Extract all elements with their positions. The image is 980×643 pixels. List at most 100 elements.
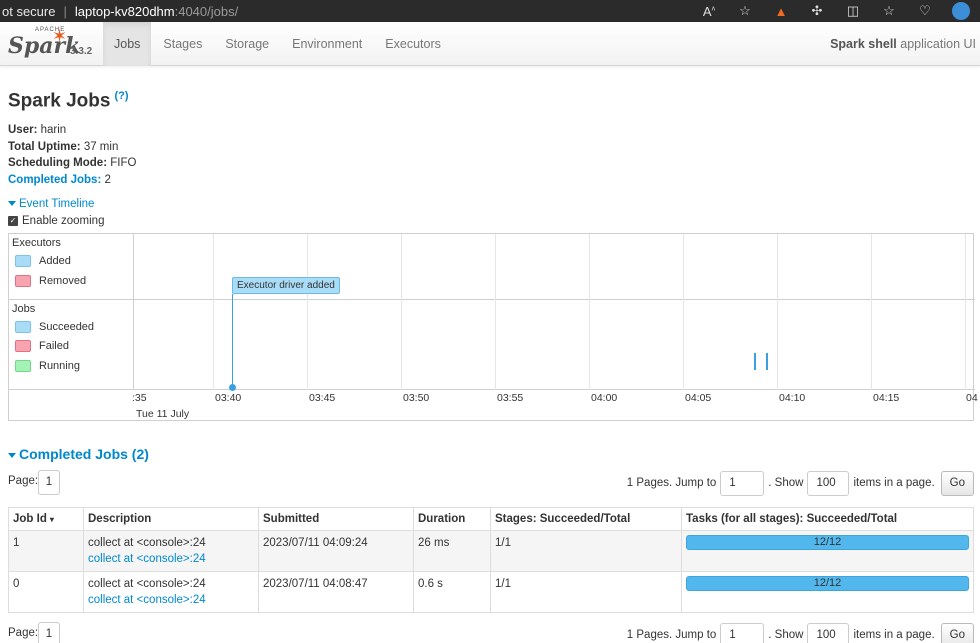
- job-0-mark[interactable]: [754, 353, 756, 370]
- removed-label: Removed: [39, 275, 87, 287]
- page-size-input[interactable]: 100: [807, 622, 850, 643]
- browser-essentials-icon[interactable]: ♡: [916, 3, 934, 19]
- split-screen-icon[interactable]: ◫: [844, 3, 862, 19]
- app-name: Spark shell: [830, 37, 897, 51]
- timeline-gridline: [871, 234, 872, 390]
- tab-executors[interactable]: Executors: [374, 22, 452, 66]
- executor-added-event[interactable]: Executor driver added: [232, 277, 340, 294]
- page-label: Page:: [8, 627, 39, 639]
- failed-label: Failed: [39, 340, 69, 352]
- profile-avatar[interactable]: [952, 2, 970, 20]
- go-button[interactable]: Go: [940, 470, 974, 496]
- page-size-input[interactable]: 100: [807, 470, 850, 496]
- timeline-gridline: [777, 234, 778, 390]
- tab-stages[interactable]: Stages: [152, 22, 213, 66]
- zoom-checkbox[interactable]: ✓: [8, 216, 18, 226]
- tab-environment[interactable]: Environment: [281, 22, 373, 66]
- timeline-tick: 03:50: [403, 392, 430, 404]
- page-label: Page:: [8, 475, 39, 487]
- legend-succeeded: Succeeded: [15, 321, 94, 333]
- event-timeline-toggle[interactable]: Event Timeline: [8, 198, 94, 210]
- tab-jobs[interactable]: Jobs: [103, 22, 152, 66]
- enable-zooming: ✓ Enable zooming: [8, 215, 104, 227]
- executors-group-label: Executors: [12, 237, 61, 249]
- description-link[interactable]: collect at <console>:24: [88, 553, 206, 565]
- event-timeline-label: Event Timeline: [19, 198, 95, 210]
- timeline-tick: 03:45: [309, 392, 336, 404]
- completed-jobs-table: Job Id ▾ Description Submitted Duration S…: [8, 507, 974, 613]
- job-id-cell: 1: [8, 530, 84, 572]
- completed-jobs-toggle[interactable]: Completed Jobs (2): [8, 446, 149, 462]
- description-cell: collect at <console>:24 collect at <conso…: [83, 530, 259, 572]
- added-swatch: [15, 255, 31, 267]
- description-cell: collect at <console>:24 collect at <conso…: [83, 571, 259, 613]
- user-value: harin: [37, 124, 67, 136]
- page-jump-controls: 1 Pages. Jump to 1 . Show 100 items in a…: [627, 622, 974, 643]
- col-stages[interactable]: Stages: Succeeded/Total: [490, 507, 682, 531]
- uptime-value: 37 min: [80, 140, 119, 153]
- event-timeline[interactable]: Executors Added Removed Jobs Succeeded F…: [8, 233, 978, 421]
- url-path[interactable]: :4040/jobs/: [175, 4, 239, 19]
- caret-down-icon: [8, 452, 16, 458]
- read-aloud-icon[interactable]: Aʌ: [700, 4, 718, 19]
- tab-storage[interactable]: Storage: [214, 22, 280, 66]
- jobs-group-label: Jobs: [12, 303, 36, 315]
- nav-tabs: Jobs Stages Storage Environment Executor…: [103, 22, 453, 66]
- help-link[interactable]: (?): [114, 90, 128, 102]
- mode-value: FIFO: [107, 157, 137, 169]
- job-1-mark[interactable]: [766, 353, 768, 370]
- tasks-cell: 12/12: [681, 530, 974, 572]
- summary-mode: Scheduling Mode: FIFO: [8, 155, 136, 172]
- col-tasks[interactable]: Tasks (for all stages): Succeeded/Total: [681, 507, 974, 531]
- duration-cell: 0.6 s: [413, 571, 491, 613]
- pages-text: 1 Pages. Jump to: [626, 477, 717, 489]
- summary-completed: Completed Jobs: 2: [8, 172, 136, 189]
- security-indicator[interactable]: ot secure: [0, 4, 55, 19]
- col-submitted[interactable]: Submitted: [258, 507, 414, 531]
- duration-cell: 26 ms: [413, 530, 491, 572]
- spark-logo[interactable]: APACHE Spark ✶ 3.3.2: [6, 26, 101, 62]
- submitted-cell: 2023/07/11 04:08:47: [258, 571, 414, 613]
- timeline-tick: 04:15: [873, 392, 900, 404]
- timeline-gridline: [307, 234, 308, 390]
- running-swatch: [15, 360, 31, 372]
- favorites-list-icon[interactable]: ☆: [880, 3, 898, 19]
- summary-user: User: harin: [8, 122, 136, 139]
- description-link[interactable]: collect at <console>:24: [88, 594, 206, 606]
- timeline-gridline: [589, 234, 590, 390]
- succeeded-label: Succeeded: [39, 321, 95, 333]
- timeline-tick: 03:40: [215, 392, 242, 404]
- jump-to-page-input[interactable]: 1: [720, 622, 765, 643]
- col-description[interactable]: Description: [83, 507, 259, 531]
- legend-added: Added: [15, 255, 71, 267]
- removed-swatch: [15, 275, 31, 287]
- submitted-cell: 2023/07/11 04:09:24: [258, 530, 414, 572]
- col-job-id[interactable]: Job Id ▾: [8, 507, 84, 531]
- pagination-top: Page: 1 1 Pages. Jump to 1 . Show 100 it…: [8, 470, 974, 496]
- url-host[interactable]: laptop-kv820dhm: [75, 4, 175, 19]
- jump-to-page-input[interactable]: 1: [720, 470, 765, 496]
- tasks-progress-bar: 12/12: [686, 535, 969, 550]
- executor-event-line: [232, 294, 233, 387]
- extension-icon[interactable]: ▲: [772, 4, 790, 19]
- favorite-star-icon[interactable]: ☆: [736, 3, 754, 19]
- job-summary: User: harin Total Uptime: 37 min Schedul…: [8, 122, 136, 188]
- timeline-group-divider: [9, 299, 975, 300]
- job-id-cell: 0: [8, 571, 84, 613]
- table-header-row: Job Id ▾ Description Submitted Duration S…: [8, 507, 974, 531]
- go-button[interactable]: Go: [940, 622, 974, 643]
- timeline-date: Tue 11 July: [136, 408, 190, 420]
- show-text: . Show: [768, 629, 804, 641]
- items-text: items in a page.: [853, 477, 935, 489]
- col-duration[interactable]: Duration: [413, 507, 491, 531]
- page-number-link[interactable]: 1: [38, 622, 60, 643]
- completed-jobs-title: Completed Jobs (2): [19, 446, 149, 462]
- description-text: collect at <console>:24: [88, 578, 206, 590]
- page-number-link[interactable]: 1: [38, 470, 60, 495]
- completed-jobs-link[interactable]: Completed Jobs:: [8, 174, 101, 186]
- executor-event-dot[interactable]: [229, 384, 236, 391]
- legend-removed: Removed: [15, 275, 86, 287]
- timeline-legend: Executors Added Removed Jobs Succeeded F…: [9, 234, 134, 390]
- tasks-progress-bar: 12/12: [686, 576, 969, 591]
- extensions-puzzle-icon[interactable]: ✣: [808, 3, 826, 19]
